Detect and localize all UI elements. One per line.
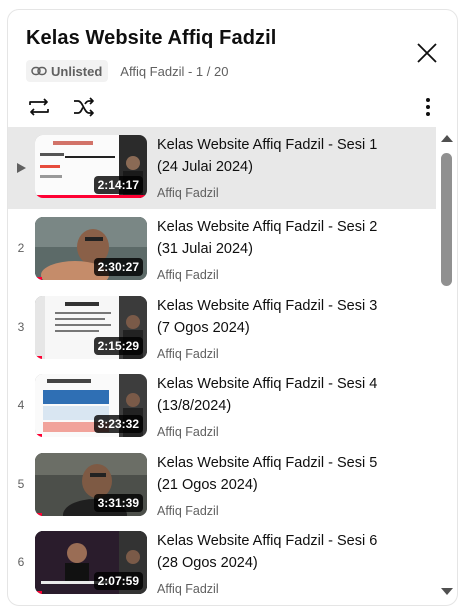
playlist-header: Kelas Website Affiq Fadzil Unlisted Affi… (8, 10, 457, 127)
video-title[interactable]: Kelas Website Affiq Fadzil - Sesi 2 (31 … (157, 216, 387, 260)
video-thumbnail[interactable]: 3:23:32 (35, 374, 147, 437)
playlist-item[interactable]: 3 2:15:29 Kelas Website Affiq Fadzil - S… (8, 288, 436, 367)
privacy-label: Unlisted (51, 63, 103, 79)
item-index: 5 (17, 476, 25, 491)
link-icon (31, 66, 47, 76)
video-duration: 3:31:39 (93, 493, 143, 512)
video-title[interactable]: Kelas Website Affiq Fadzil - Sesi 1 (24 … (157, 134, 387, 178)
caret-up-icon (441, 135, 453, 142)
playlist-items: 2:14:17 Kelas Website Affiq Fadzil - Ses… (8, 127, 436, 605)
video-channel[interactable]: Affiq Fadzil (157, 347, 219, 361)
playlist-panel: Kelas Website Affiq Fadzil Unlisted Affi… (7, 9, 458, 606)
shuffle-icon (74, 97, 94, 117)
loop-icon (29, 98, 49, 116)
video-duration: 3:23:32 (93, 415, 143, 433)
playlist-meta: Unlisted Affiq Fadzil - 1 / 20 (26, 60, 228, 82)
video-thumbnail[interactable]: 2:15:29 (35, 295, 147, 359)
close-button[interactable] (412, 38, 442, 68)
video-thumbnail[interactable]: 2:30:27 (35, 217, 147, 280)
video-duration: 2:07:59 (93, 572, 143, 590)
video-title[interactable]: Kelas Website Affiq Fadzil - Sesi 4 (13/… (157, 373, 387, 417)
playlist-title[interactable]: Kelas Website Affiq Fadzil (26, 27, 276, 50)
video-thumbnail[interactable]: 2:14:17 (35, 135, 147, 198)
video-channel[interactable]: Affiq Fadzil (157, 504, 219, 518)
watch-progress-bar (35, 277, 42, 280)
video-duration: 2:30:27 (93, 258, 143, 276)
playlist-item[interactable]: 2 2:30:27 Kelas Website Affiq Fadzil - S… (8, 209, 436, 288)
video-thumbnail[interactable]: 3:31:39 (35, 452, 147, 516)
watch-progress-bar (35, 512, 42, 516)
video-channel[interactable]: Affiq Fadzil (157, 268, 219, 282)
shuffle-button[interactable] (69, 92, 99, 122)
playlist-item[interactable]: 6 2:07:59 Kelas Website Affiq Fadzil - S… (8, 523, 436, 602)
video-title[interactable]: Kelas Website Affiq Fadzil - Sesi 5 (21 … (157, 452, 387, 496)
watch-progress-bar (35, 355, 42, 359)
playlist-item[interactable]: 5 3:31:39 Kelas Website Affiq Fadzil - S… (8, 445, 436, 524)
caret-down-icon (441, 588, 453, 595)
watch-progress-bar (35, 591, 42, 594)
watch-progress-bar (35, 434, 42, 437)
video-channel[interactable]: Affiq Fadzil (157, 186, 219, 200)
scroll-down-button[interactable] (440, 585, 454, 599)
more-vert-icon (426, 98, 430, 116)
watch-progress-bar (35, 195, 147, 198)
item-index: 4 (17, 398, 25, 413)
now-playing-indicator (8, 127, 34, 209)
video-title[interactable]: Kelas Website Affiq Fadzil - Sesi 3 (7 O… (157, 295, 387, 339)
video-channel[interactable]: Affiq Fadzil (157, 582, 219, 596)
scroll-up-button[interactable] (440, 131, 454, 145)
item-index: 2 (17, 241, 25, 256)
video-duration: 2:15:29 (93, 336, 143, 355)
privacy-badge: Unlisted (26, 60, 109, 82)
video-thumbnail[interactable]: 2:07:59 (35, 531, 147, 594)
play-arrow-icon (16, 163, 26, 173)
close-icon (417, 43, 437, 63)
video-title[interactable]: Kelas Website Affiq Fadzil - Sesi 6 (28 … (157, 530, 387, 574)
more-actions-button[interactable] (413, 92, 443, 122)
video-channel[interactable]: Affiq Fadzil (157, 425, 219, 439)
playlist-item[interactable]: 4 3:23:32 Kelas Website Affiq Fadzil - S… (8, 366, 436, 445)
loop-button[interactable] (24, 92, 54, 122)
playlist-item[interactable]: 2:14:17 Kelas Website Affiq Fadzil - Ses… (8, 127, 436, 209)
video-duration: 2:14:17 (93, 176, 143, 194)
item-index: 3 (17, 319, 25, 334)
playlist-owner-position[interactable]: Affiq Fadzil - 1 / 20 (120, 64, 228, 79)
item-index: 6 (17, 555, 25, 570)
scrollbar-thumb[interactable] (441, 153, 452, 286)
